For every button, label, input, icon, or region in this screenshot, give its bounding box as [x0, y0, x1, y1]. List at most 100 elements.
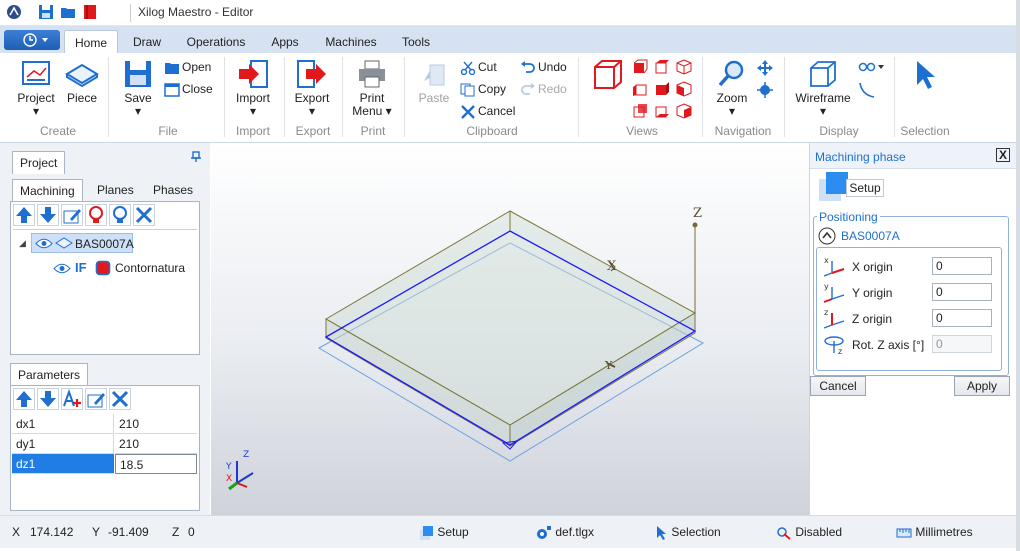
collapse-chevron-icon[interactable]	[818, 227, 836, 245]
view-left-icon[interactable]	[632, 81, 648, 97]
axis-triad-icon: Z Y X	[225, 450, 254, 491]
tab-apps[interactable]: Apps	[262, 30, 308, 53]
glasses-display-icon[interactable]	[858, 59, 884, 75]
status-file[interactable]: def.tlgx	[536, 525, 594, 540]
paste-button[interactable]: Paste	[414, 59, 454, 105]
quick-open-icon[interactable]	[60, 4, 76, 20]
tree-node-root[interactable]: BAS0007A	[31, 233, 134, 253]
setup-phase-button[interactable]: Setup	[846, 179, 884, 197]
view-iso-icon[interactable]	[676, 59, 692, 75]
visibility-eye-icon[interactable]	[53, 263, 71, 274]
project-button[interactable]: Project ▾	[14, 59, 58, 118]
cut-button[interactable]: Cut	[460, 58, 497, 76]
parameter-value-editing[interactable]: 18.5	[115, 454, 197, 474]
view-right-icon[interactable]	[654, 81, 670, 97]
piece-button[interactable]: Piece	[62, 59, 102, 105]
svg-text:z: z	[824, 308, 828, 317]
undo-button[interactable]: Undo	[520, 58, 567, 76]
delete-button[interactable]	[133, 204, 155, 226]
redo-button[interactable]: Redo	[520, 80, 567, 98]
parameter-value[interactable]: 210	[115, 434, 197, 454]
import-dropdown-icon: ▾	[249, 104, 257, 118]
status-phase[interactable]: Setup	[420, 525, 469, 540]
x-origin-input[interactable]: 0	[932, 257, 992, 275]
y-origin-icon: y	[823, 282, 845, 303]
pan-icon[interactable]	[756, 59, 774, 77]
add-variable-icon	[63, 389, 81, 407]
zoom-button[interactable]: Zoom ▾	[712, 59, 752, 118]
parameter-value[interactable]: 210	[115, 414, 197, 434]
group-file-label: File	[158, 124, 178, 138]
curve-display-icon[interactable]	[858, 81, 876, 99]
edit-button[interactable]	[61, 204, 83, 226]
toggle-blue-bulb-button[interactable]	[109, 204, 131, 226]
group-separator	[578, 57, 579, 137]
toggle-red-bulb-button[interactable]	[85, 204, 107, 226]
print-label-menu: Menu	[352, 104, 383, 118]
tree-child-label[interactable]: Contornatura	[115, 261, 185, 275]
status-units-label: Millimetres	[915, 525, 973, 539]
tree-collapse-icon[interactable]: ◢	[19, 238, 26, 249]
group-navigation-label: Navigation	[714, 124, 772, 138]
copy-button[interactable]: Copy	[460, 80, 506, 98]
visibility-eye-icon[interactable]	[35, 238, 53, 249]
tab-home[interactable]: Home	[64, 30, 118, 53]
close-panel-button[interactable]: X	[996, 148, 1010, 162]
arrow-up-icon	[16, 391, 32, 407]
pin-icon[interactable]	[190, 151, 202, 163]
project-tab[interactable]: Project	[12, 151, 66, 174]
save-button[interactable]: Save ▾	[118, 59, 158, 118]
param-move-down-button[interactable]	[37, 388, 59, 410]
rotate-view-icon[interactable]	[756, 81, 774, 99]
apply-button[interactable]: Apply	[954, 376, 1010, 396]
subtab-machining[interactable]: Machining	[12, 179, 83, 202]
positioning-label: Positioning	[817, 210, 880, 224]
z-origin-input[interactable]: 0	[932, 309, 992, 327]
view-iso-front-icon[interactable]	[676, 81, 692, 97]
subtab-planes[interactable]: Planes	[90, 179, 141, 201]
tab-operations[interactable]: Operations	[178, 30, 254, 53]
param-move-up-button[interactable]	[13, 388, 35, 410]
cancel-phase-button[interactable]: Cancel	[810, 376, 866, 396]
status-mode[interactable]: Selection	[656, 525, 721, 541]
view-iso-right-icon[interactable]	[676, 103, 692, 119]
subtab-phases[interactable]: Phases	[146, 179, 200, 201]
status-units[interactable]: Millimetres	[896, 525, 973, 539]
export-button[interactable]: Export ▾	[290, 59, 334, 118]
delete-parameter-button[interactable]	[109, 388, 131, 410]
close-button[interactable]: Close	[164, 80, 213, 98]
subtab-phases-label: Phases	[153, 183, 194, 197]
parameters-tab[interactable]: Parameters	[10, 363, 89, 386]
view-front-icon[interactable]	[632, 59, 648, 75]
quick-save-icon[interactable]	[38, 4, 54, 20]
print-menu-button[interactable]: Print Menu ▾	[350, 59, 394, 118]
3d-viewport[interactable]: Z X Y Z Y X	[211, 143, 809, 515]
application-menu-button[interactable]	[4, 30, 60, 50]
tab-draw[interactable]: Draw	[124, 30, 170, 53]
y-origin-input[interactable]: 0	[932, 283, 992, 301]
group-clipboard-label: Clipboard	[466, 124, 518, 138]
add-parameter-button[interactable]	[61, 388, 83, 410]
move-up-button[interactable]	[13, 204, 35, 226]
quick-book-icon[interactable]	[82, 4, 98, 20]
selection-arrow-icon[interactable]	[912, 59, 938, 91]
triad-x-label: X	[226, 474, 232, 484]
wireframe-button[interactable]: Wireframe ▾	[792, 59, 854, 118]
tab-tools[interactable]: Tools	[394, 30, 438, 53]
import-button[interactable]: Import ▾	[232, 59, 274, 118]
view-back-icon[interactable]	[632, 103, 648, 119]
svg-text:y: y	[824, 282, 829, 291]
tab-machines[interactable]: Machines	[316, 30, 386, 53]
open-button[interactable]: Open	[164, 58, 211, 76]
view-3d-cube-icon[interactable]	[592, 59, 624, 91]
move-down-button[interactable]	[37, 204, 59, 226]
edit-parameter-button[interactable]	[85, 388, 107, 410]
cancel-button[interactable]: Cancel	[460, 102, 515, 120]
status-file-label: def.tlgx	[555, 525, 595, 539]
rot-z-axis-input[interactable]: 0	[932, 335, 992, 353]
svg-text:x: x	[824, 256, 829, 265]
view-bottom-icon[interactable]	[654, 103, 670, 119]
delete-x-icon	[461, 104, 475, 119]
status-snap[interactable]: Disabled	[776, 525, 842, 540]
view-top-icon[interactable]	[654, 59, 670, 75]
